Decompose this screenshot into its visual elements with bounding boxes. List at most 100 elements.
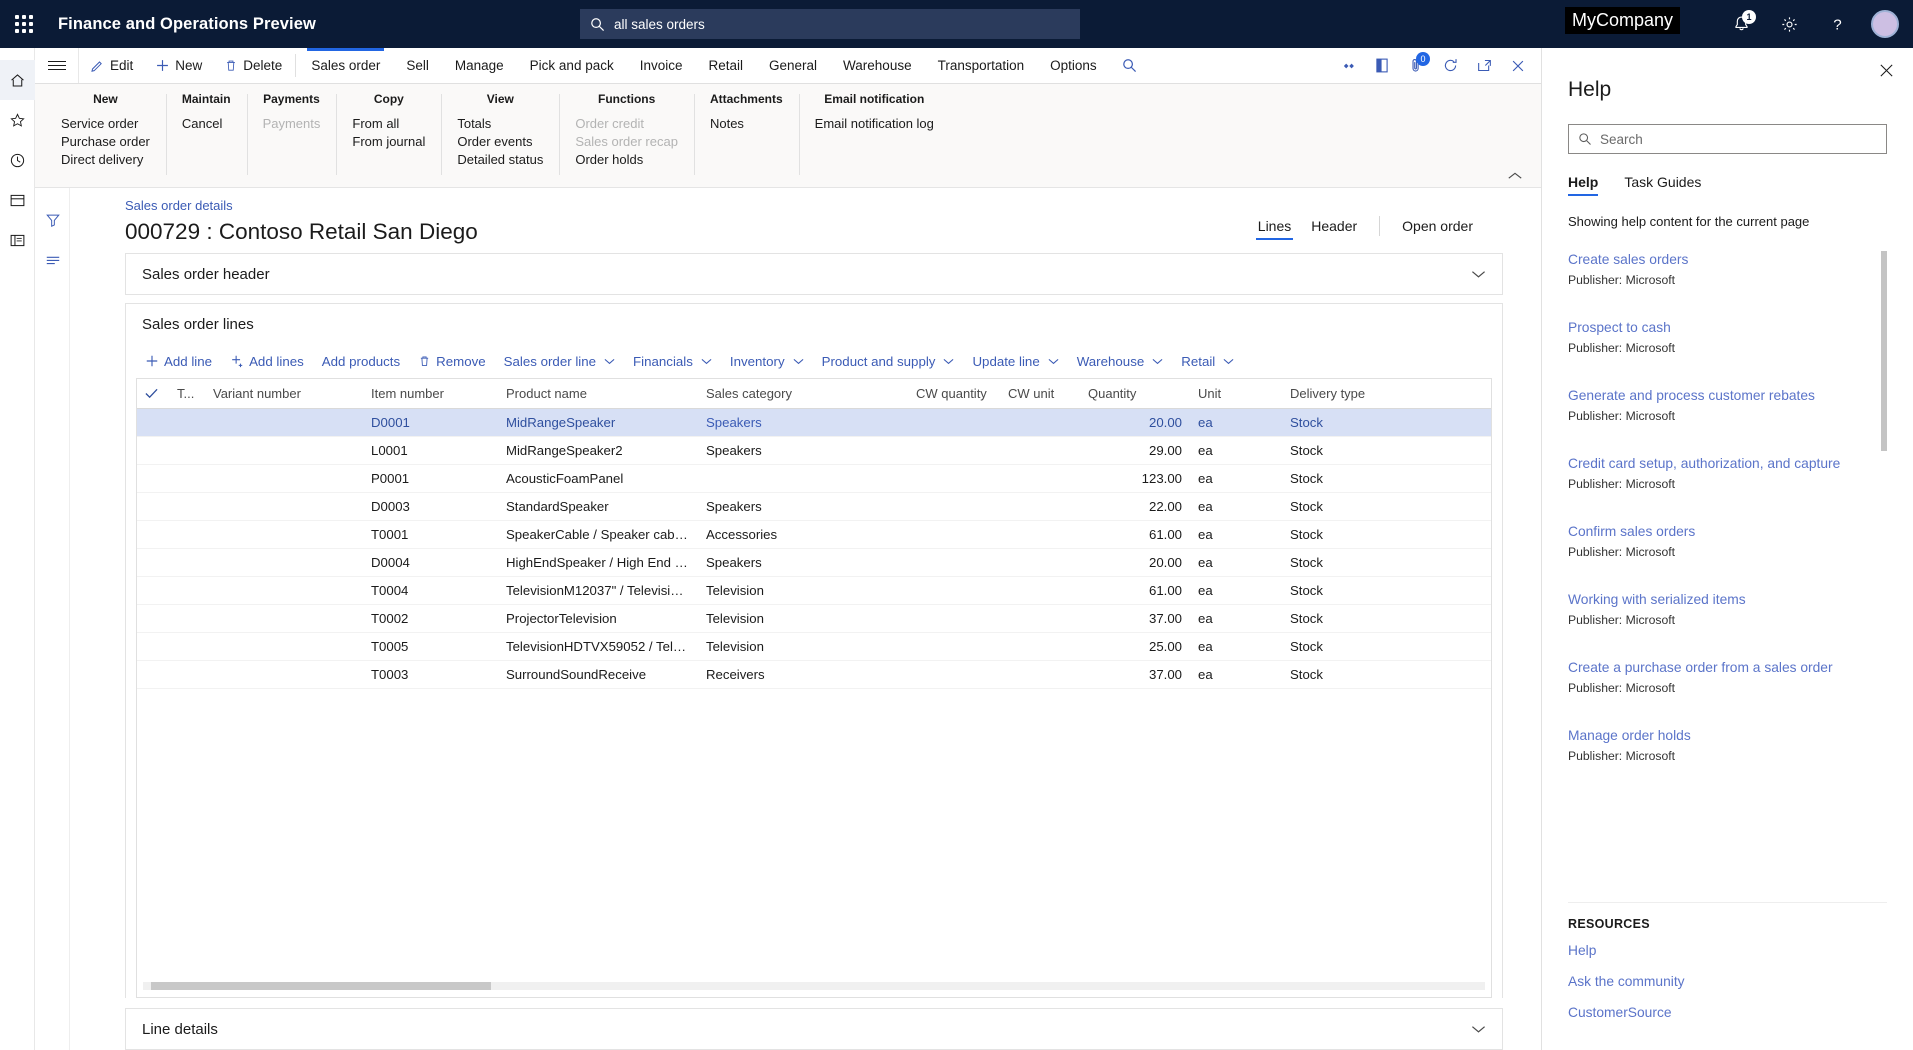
cell-delivery-type[interactable]: Stock [1282,408,1491,437]
cell-check[interactable] [137,632,169,661]
cell-quantity[interactable]: 123.00 [1080,464,1190,493]
company-name[interactable]: MyCompany [1564,7,1680,34]
tab-warehouse[interactable]: Warehouse [830,48,925,83]
office-open-icon[interactable] [1367,51,1397,81]
cell-delivery-type[interactable]: Stock [1282,576,1491,605]
cell-delivery-type[interactable]: Stock [1282,632,1491,661]
recent-clock-icon[interactable] [0,140,35,180]
cell-cw-unit[interactable] [1000,520,1080,549]
help-search-input[interactable] [1600,131,1877,147]
fasttab-line-details[interactable]: Line details [125,1008,1503,1050]
cell-quantity[interactable]: 25.00 [1080,632,1190,661]
workspaces-icon[interactable] [0,180,35,220]
cell-variant-number[interactable] [205,436,363,465]
cell-variant-number[interactable] [205,492,363,521]
cell-cw-unit[interactable] [1000,492,1080,521]
help-link[interactable]: Prospect to cash [1568,319,1869,337]
cell-t[interactable] [169,576,205,605]
cell-cw-quantity[interactable] [908,548,1000,577]
help-link[interactable]: Manage order holds [1568,727,1869,745]
cell-variant-number[interactable] [205,632,363,661]
chevron-up-icon[interactable] [1507,171,1523,181]
relationships-icon[interactable] [1333,51,1363,81]
cell-cw-unit[interactable] [1000,436,1080,465]
help-tab-help[interactable]: Help [1568,174,1599,196]
tab-sell[interactable]: Sell [393,48,442,83]
cell-delivery-type[interactable]: Stock [1282,660,1491,689]
resource-link[interactable]: CustomerSource [1568,1005,1887,1020]
cell-unit[interactable]: ea [1190,408,1282,437]
update-line-menu[interactable]: Update line [963,351,1067,372]
cell-cw-quantity[interactable] [908,492,1000,521]
cell-quantity[interactable]: 29.00 [1080,436,1190,465]
cell-sales-category[interactable]: Receivers [698,660,908,689]
cell-check[interactable] [137,660,169,689]
cell-check[interactable] [137,548,169,577]
open-in-new-window-icon[interactable] [1469,51,1499,81]
cell-unit[interactable]: ea [1190,492,1282,521]
chevron-down-icon[interactable] [1471,270,1486,279]
table-row[interactable]: T0005 TelevisionHDTVX59052 / Televisi... T… [137,632,1491,661]
cell-quantity[interactable]: 20.00 [1080,548,1190,577]
product-and-supply-menu[interactable]: Product and supply [813,351,964,372]
ribbon-item-notes[interactable]: Notes [710,115,783,133]
help-link[interactable]: Credit card setup, authorization, and ca… [1568,455,1869,473]
cell-cw-quantity[interactable] [908,604,1000,633]
cell-unit[interactable]: ea [1190,604,1282,633]
column-header-unit[interactable]: Unit [1190,379,1282,409]
tab-sales-order[interactable]: Sales order [298,48,393,83]
cell-item-number[interactable]: P0001 [363,464,498,493]
cell-t[interactable] [169,660,205,689]
help-tab-task-guides[interactable]: Task Guides [1624,174,1701,196]
cell-cw-unit[interactable] [1000,632,1080,661]
cell-quantity[interactable]: 37.00 [1080,660,1190,689]
delete-button[interactable]: Delete [213,48,293,83]
column-header-variant-number[interactable]: Variant number [205,379,363,409]
edit-button[interactable]: Edit [79,48,144,83]
table-row[interactable]: P0001 AcousticFoamPanel 123.00 ea Stock [137,464,1491,493]
tab-pick-and-pack[interactable]: Pick and pack [517,48,627,83]
cell-check[interactable] [137,520,169,549]
column-header-item-number[interactable]: Item number [363,379,498,409]
cell-delivery-type[interactable]: Stock [1282,436,1491,465]
refresh-icon[interactable] [1435,51,1465,81]
cell-item-number[interactable]: T0002 [363,604,498,633]
cell-sales-category[interactable]: Speakers [698,548,908,577]
cell-cw-unit[interactable] [1000,660,1080,689]
action-search-icon[interactable] [1110,48,1149,83]
cell-item-number[interactable]: T0003 [363,660,498,689]
cell-quantity[interactable]: 20.00 [1080,408,1190,437]
warehouse-menu[interactable]: Warehouse [1068,351,1173,372]
cell-sales-category[interactable]: Speakers [698,408,908,437]
select-all-header[interactable] [137,379,169,409]
help-link[interactable]: Create sales orders [1568,251,1869,269]
cell-unit[interactable]: ea [1190,632,1282,661]
waffle-menu-icon[interactable] [0,0,48,48]
close-page-icon[interactable] [1503,51,1533,81]
remove-button[interactable]: Remove [409,351,495,372]
cell-unit[interactable]: ea [1190,464,1282,493]
help-link[interactable]: Confirm sales orders [1568,523,1869,541]
financials-menu[interactable]: Financials [624,351,721,372]
breadcrumb[interactable]: Sales order details [125,198,1541,213]
cell-check[interactable] [137,492,169,521]
notifications-icon[interactable]: 1 [1726,9,1756,39]
cell-cw-quantity[interactable] [908,408,1000,437]
cell-product-name[interactable]: HighEndSpeaker / High End Spe... [498,548,698,577]
cell-unit[interactable]: ea [1190,520,1282,549]
tab-lines[interactable]: Lines [1248,214,1301,240]
cell-t[interactable] [169,632,205,661]
cell-product-name[interactable]: ProjectorTelevision [498,604,698,633]
cell-t[interactable] [169,520,205,549]
column-header-cw-quantity[interactable]: CW quantity [908,379,1000,409]
cell-sales-category[interactable]: Speakers [698,492,908,521]
cell-item-number[interactable]: T0001 [363,520,498,549]
cell-product-name[interactable]: TelevisionHDTVX59052 / Televisi... [498,632,698,661]
tab-transportation[interactable]: Transportation [925,48,1038,83]
cell-t[interactable] [169,548,205,577]
sales-order-line-menu[interactable]: Sales order line [495,351,624,372]
cell-quantity[interactable]: 61.00 [1080,520,1190,549]
cell-sales-category[interactable]: Television [698,632,908,661]
ribbon-item-from-all[interactable]: From all [352,115,425,133]
cell-variant-number[interactable] [205,576,363,605]
